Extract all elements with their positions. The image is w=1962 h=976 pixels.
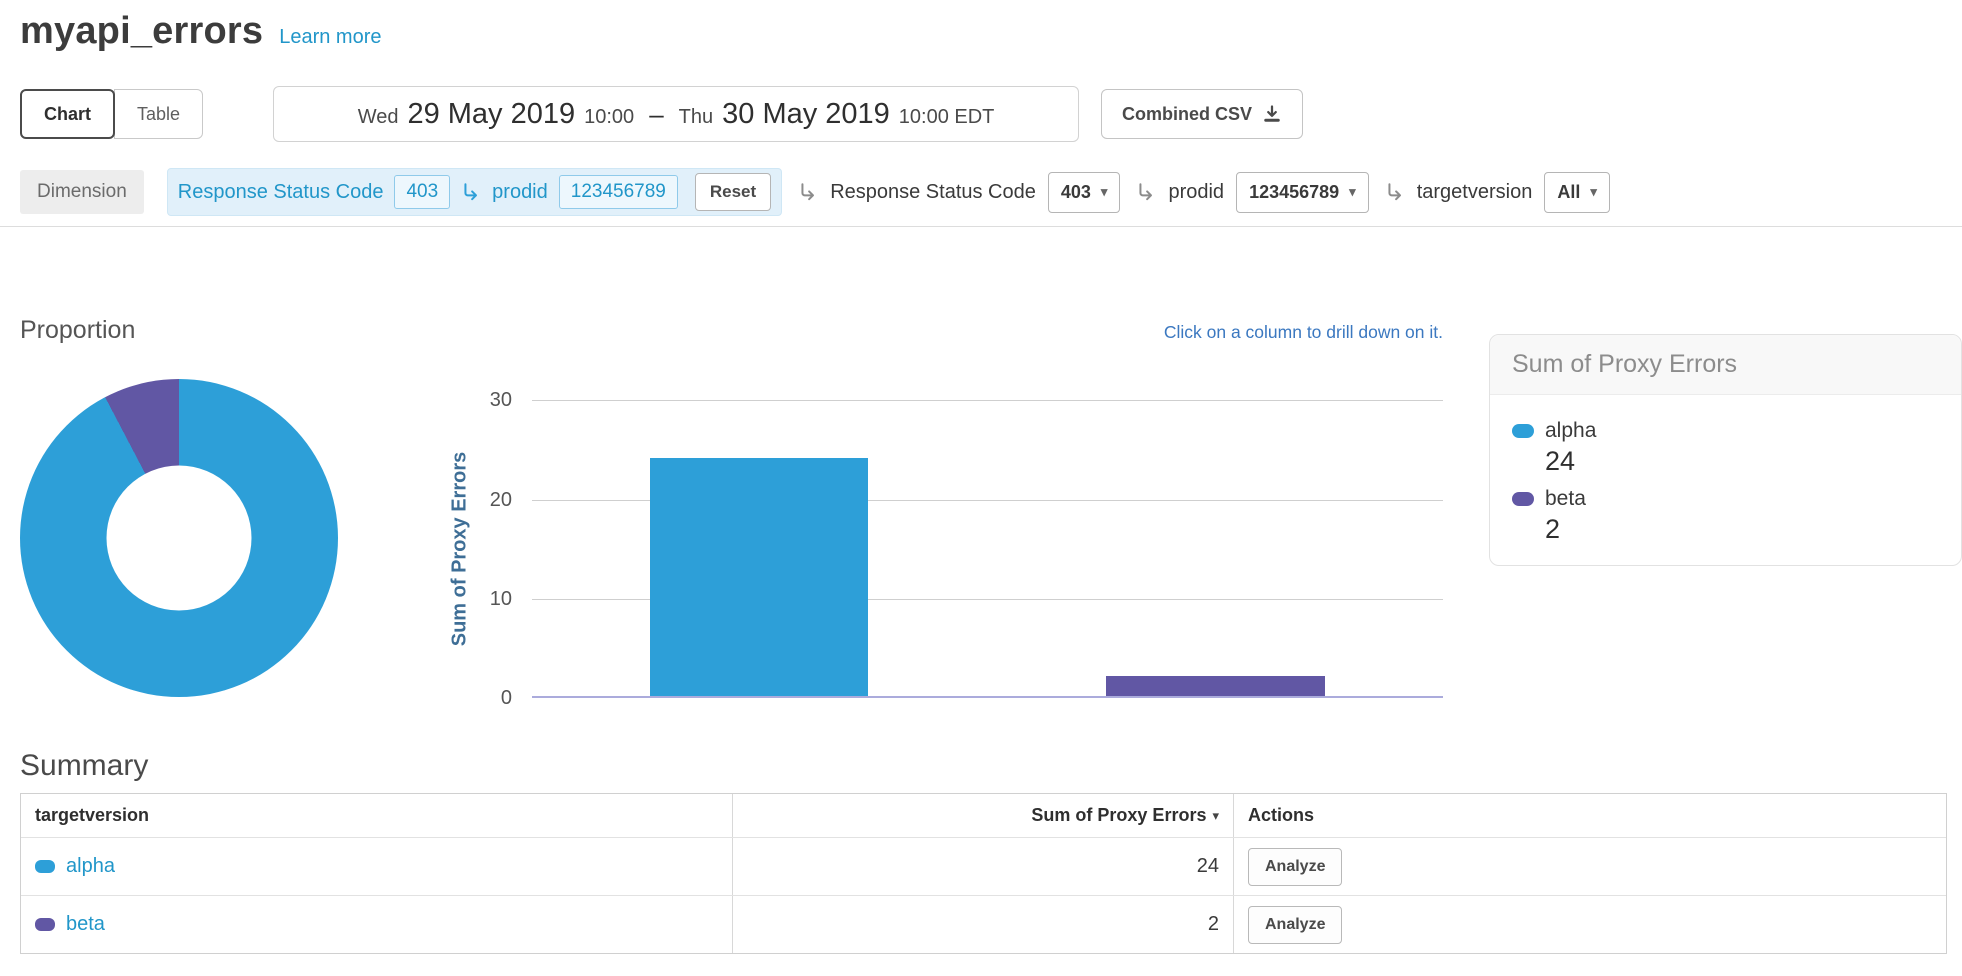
legend-item[interactable]: alpha [1512,419,1939,443]
column-header-targetversion: targetversion [21,794,732,837]
sum-cell: 24 [732,838,1233,895]
learn-more-link[interactable]: Learn more [279,26,381,49]
legend-item-label: alpha [1545,419,1596,443]
bar-beta[interactable] [1106,676,1325,696]
targetversion-cell: alpha [21,838,732,895]
filter-value-chip: 403 [394,175,450,209]
sum-value: 2 [1208,913,1219,936]
gridline [532,400,1443,401]
drilldown-response-status-code: Response Status Code 403 ▾ [798,172,1120,213]
drilldown-arrow-icon [1136,182,1156,202]
beta-link[interactable]: beta [66,913,105,936]
download-icon [1262,104,1282,124]
targetversion-cell: beta [21,896,732,953]
column-header-label: Sum of Proxy Errors [1031,805,1206,826]
date-range-separator: – [643,99,669,130]
alpha-link[interactable]: alpha [66,855,115,878]
x-axis-baseline [532,696,1443,698]
y-tick-10: 10 [420,587,512,611]
donut-hole [107,466,252,611]
sum-value: 24 [1197,855,1219,878]
column-header-sum-sortable[interactable]: Sum of Proxy Errors ▾ [732,794,1233,837]
drilldown-prodid: prodid 123456789 ▾ [1136,172,1368,213]
table-view-button[interactable]: Table [114,89,203,139]
legend-item-value: 24 [1545,446,1939,477]
titlebar: myapi_errors Learn more [20,10,381,53]
selected-value: 123456789 [1249,182,1339,203]
y-axis-label: Sum of Proxy Errors [449,452,472,647]
summary-table: targetversion Sum of Proxy Errors ▾ Acti… [20,793,1947,954]
proportion-label: Proportion [20,316,135,345]
end-day: Thu [679,106,713,129]
legend-panel: Sum of Proxy Errors alpha 24 beta 2 [1489,334,1962,566]
table-row: alpha 24 Analyze [21,837,1946,895]
dimension-label: Dimension [20,170,144,214]
custom-report-page: myapi_errors Learn more Chart Table Wed … [0,0,1962,976]
filter-value-chip: 123456789 [559,175,678,209]
filter-name: Response Status Code [178,181,384,204]
page-title: myapi_errors [20,10,263,53]
applied-filters: Response Status Code 403 prodid 12345678… [167,168,782,216]
beta-swatch [35,918,55,931]
chevron-down-icon: ▾ [1101,184,1108,200]
drilldown-name: prodid [1168,181,1224,204]
filter-name: prodid [492,181,548,204]
end-time: 10:00 EDT [899,106,995,129]
date-range-picker[interactable]: Wed 29 May 2019 10:00 – Thu 30 May 2019 … [273,86,1079,142]
drilldown-arrow-icon [1385,182,1405,202]
legend-body: alpha 24 beta 2 [1490,395,1961,565]
response-status-code-select[interactable]: 403 ▾ [1048,172,1121,213]
table-row: beta 2 Analyze [21,895,1946,953]
y-tick-20: 20 [420,488,512,512]
chart-view-button[interactable]: Chart [20,89,115,139]
sum-cell: 2 [732,896,1233,953]
drilldown-arrow-icon [798,182,818,202]
divider [0,226,1962,227]
analyze-button[interactable]: Analyze [1248,906,1342,944]
actions-cell: Analyze [1233,896,1948,953]
legend-item-value: 2 [1545,514,1939,545]
bar-alpha[interactable] [650,458,868,696]
toolbar: Chart Table Wed 29 May 2019 10:00 – Thu … [20,86,1942,142]
drilldown-name: Response Status Code [830,181,1036,204]
chevron-down-icon: ▾ [1349,184,1356,200]
start-date: 29 May 2019 [407,98,575,131]
beta-swatch [1512,492,1534,506]
sort-desc-icon: ▾ [1212,808,1219,824]
end-date: 30 May 2019 [722,98,890,131]
actions-cell: Analyze [1233,838,1948,895]
analyze-button[interactable]: Analyze [1248,848,1342,886]
drilldown-targetversion: targetversion All ▾ [1385,172,1610,213]
drilldown-hint[interactable]: Click on a column to drill down on it. [532,322,1443,343]
selected-value: All [1557,182,1580,203]
dimension-bar: Dimension Response Status Code 403 prodi… [20,166,1942,218]
column-header-actions: Actions [1233,794,1948,837]
drilldown-name: targetversion [1417,181,1533,204]
targetversion-select[interactable]: All ▾ [1544,172,1610,213]
bar-chart-plot [532,400,1443,698]
table-header-row: targetversion Sum of Proxy Errors ▾ Acti… [21,794,1946,837]
legend-item[interactable]: beta [1512,487,1939,511]
combined-csv-button[interactable]: Combined CSV [1101,89,1303,139]
drilldown-arrow-icon [461,182,481,202]
legend-title: Sum of Proxy Errors [1490,335,1961,395]
combined-csv-label: Combined CSV [1122,104,1252,125]
alpha-swatch [1512,424,1534,438]
legend-item-label: beta [1545,487,1586,511]
y-tick-0: 0 [420,686,512,710]
chevron-down-icon: ▾ [1590,184,1597,200]
start-time: 10:00 [584,106,634,129]
y-tick-30: 30 [420,388,512,412]
view-toggle: Chart Table [20,89,203,139]
summary-heading: Summary [20,749,148,783]
alpha-swatch [35,860,55,873]
start-day: Wed [358,106,399,129]
reset-button[interactable]: Reset [695,173,771,211]
donut-chart[interactable] [20,379,338,697]
selected-value: 403 [1061,182,1091,203]
prodid-select[interactable]: 123456789 ▾ [1236,172,1369,213]
